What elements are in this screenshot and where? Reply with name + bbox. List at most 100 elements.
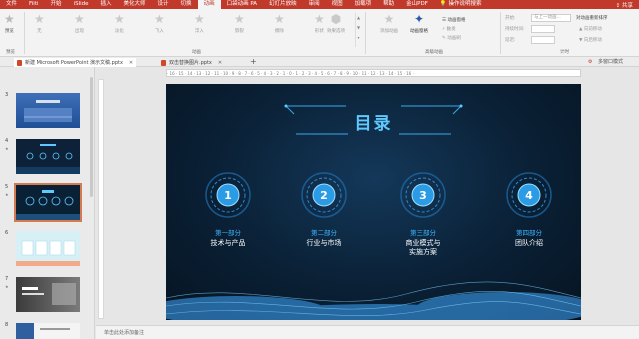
duration-input[interactable] (531, 25, 555, 33)
animation-effect-button[interactable]: ★ 淡化 (114, 12, 125, 35)
tab-document-2[interactable]: 双击替换图片.pptx ✕ (158, 58, 225, 67)
preview-star-icon: ★ (4, 12, 15, 26)
new-tab-icon[interactable]: + (250, 57, 257, 67)
animation-effect-button[interactable]: ★ 擦除 (274, 13, 285, 35)
menu-item[interactable]: 金山PDF (400, 0, 434, 9)
menu-item[interactable]: 审阅 (303, 0, 326, 9)
move-later-label: 向后移动 (583, 38, 602, 43)
slide-thumbnail-5[interactable] (14, 183, 82, 222)
part-2-label[interactable]: 第二部分 (279, 227, 369, 237)
preview-button[interactable]: ★ 预览 (4, 12, 15, 35)
share-button[interactable]: ⇪ 共享 (610, 1, 639, 9)
group-advanced-label: 高级动画 (425, 50, 443, 55)
start-select[interactable]: 与上一动画... (531, 14, 571, 22)
effect-star-icon: ★ (34, 12, 45, 26)
trigger-button[interactable]: ⚡ 触发 (442, 26, 456, 32)
part-3-title[interactable]: 商业模式与 实施方案 (378, 239, 468, 257)
gallery-scroll[interactable]: ▲ ▼ ▾ (355, 13, 361, 47)
start-label: 开始: (505, 16, 516, 21)
animation-effect-button[interactable]: ★ 劈裂 (234, 13, 245, 35)
delay-label: 延迟: (505, 38, 516, 43)
menu-item[interactable]: 美化大师 (118, 0, 152, 9)
part-2-title[interactable]: 行业与市场 (279, 239, 369, 248)
animation-effect-button[interactable]: ★ 无 (34, 12, 45, 35)
tell-me-search[interactable]: 💡 操作说明搜索 (434, 0, 488, 9)
part-3-circle[interactable]: 3 (398, 170, 448, 220)
delay-input[interactable] (531, 36, 555, 44)
part-1-title[interactable]: 技术与产品 (183, 239, 273, 248)
part-4-label[interactable]: 第四部分 (484, 227, 574, 237)
ribbon-separator (24, 12, 25, 54)
slide-thumbnail-6[interactable] (16, 231, 80, 266)
move-later-button[interactable]: ▼ 向后移动 (579, 37, 602, 43)
powerpoint-window: 文件 Fiiti 开始 iSlide 插入 美化大师 设计 切换 动画 口袋动画 PA 幻灯片放映审… (0, 0, 639, 339)
group-preview-label: 预览 (6, 50, 15, 55)
part-3-label[interactable]: 第三部分 (378, 227, 468, 237)
slide-number: 6 (5, 230, 9, 236)
part-4-circle[interactable]: 4 (504, 170, 554, 220)
slide-7-preview (22, 283, 76, 305)
menu-item[interactable]: 开始 (45, 0, 68, 9)
menu-item[interactable]: 视图 (326, 0, 349, 9)
slide-thumbnail-7[interactable] (16, 277, 80, 312)
menu-item[interactable]: 插入 (95, 0, 118, 9)
multi-window-mode[interactable]: 多窗口模式 (598, 57, 623, 67)
slide-thumbnail-3[interactable] (16, 93, 80, 128)
animation-effect-button[interactable]: ★ 飞入 (154, 13, 165, 35)
menu-item[interactable]: 文件 (0, 0, 23, 9)
thumbnail-scrollbar[interactable] (89, 69, 94, 337)
animation-painter-button[interactable]: ✎ 动画刷 (442, 35, 461, 41)
effect-star-icon: ★ (114, 12, 125, 26)
menu-item[interactable]: 口袋动画 PA (221, 0, 263, 9)
part-1-label[interactable]: 第一部分 (183, 227, 273, 237)
add-animation-icon: ★ (383, 12, 395, 26)
slide-3-preview (24, 100, 72, 122)
tell-me-label: 操作说明搜索 (448, 1, 482, 7)
slide-thumbnail-8[interactable] (16, 323, 80, 339)
effect-options-button[interactable]: ⬢ 效果选项 (327, 12, 345, 35)
menu-item[interactable]: 动画 (197, 0, 221, 9)
vertical-ruler (98, 79, 104, 319)
settings-icon[interactable]: ⚙ (588, 57, 592, 67)
move-earlier-button[interactable]: ▲ 向前移动 (579, 26, 602, 32)
tab-document-1[interactable]: 新建 Microsoft PowerPoint 演示文稿.pptx ✕ (14, 58, 137, 67)
menu-bar: 文件 Fiiti 开始 iSlide 插入 美化大师 设计 切换 动画 口袋动画 PA 幻灯片放映审… (0, 0, 639, 9)
effect-label: 劈裂 (234, 29, 244, 34)
part-1-circle[interactable]: 1 (203, 170, 253, 220)
animation-pane-small[interactable]: ☰ 动画窗格 (442, 17, 465, 23)
menu-item[interactable]: 切换 (175, 0, 198, 9)
effect-star-icon: ★ (194, 12, 205, 26)
part-2-circle[interactable]: 2 (299, 170, 349, 220)
menu-item[interactable]: 幻灯片放映 (263, 0, 303, 9)
menu-item[interactable]: iSlide (68, 0, 95, 9)
slide-5-preview (16, 190, 80, 220)
menu-item[interactable]: 加载项 (349, 0, 378, 9)
close-tab-icon[interactable]: ✕ (129, 60, 133, 66)
animation-effect-button[interactable]: ★ 浮入 (194, 12, 205, 35)
lightbulb-icon: 💡 (439, 1, 447, 7)
animation-effect-button[interactable]: ★ 出现 (74, 13, 85, 35)
add-animation-button[interactable]: ★ 添加动画 (380, 12, 398, 35)
part-4-title[interactable]: 团队介绍 (484, 239, 574, 248)
notes-pane[interactable]: 单击此处添加备注 (96, 325, 639, 339)
slide-8-preview (16, 323, 70, 339)
animation-pane-icon: ✦ (413, 12, 425, 26)
part-1-number: 1 (224, 188, 232, 202)
menu-item[interactable]: 设计 (152, 0, 175, 9)
menu-item[interactable]: 帮助 (377, 0, 400, 9)
menu-item[interactable]: Fiiti (23, 0, 45, 9)
thumbnail-scroll-thumb[interactable] (90, 77, 93, 197)
slide-title[interactable]: 目录 (166, 109, 581, 134)
slide-canvas[interactable]: 目录 1 第一部分 技术与产品 2 第二部分 行业与市场 3 第三部分 商业模式… (166, 84, 581, 320)
slide-thumbnail-4[interactable] (16, 139, 80, 174)
part-2-number: 2 (320, 188, 328, 202)
close-tab-icon[interactable]: ✕ (218, 60, 222, 66)
effect-options-icon: ⬢ (330, 12, 342, 26)
slide-number: 5 (5, 184, 9, 190)
duration-label: 持续时间: (505, 27, 525, 32)
animation-pane-button[interactable]: ✦ 动画窗格 (410, 12, 428, 35)
ribbon-separator (500, 12, 501, 54)
notes-placeholder[interactable]: 单击此处添加备注 (104, 329, 144, 336)
animation-effect-button[interactable]: ★ 形状 (314, 13, 325, 35)
slide-number: 7 (5, 276, 9, 282)
